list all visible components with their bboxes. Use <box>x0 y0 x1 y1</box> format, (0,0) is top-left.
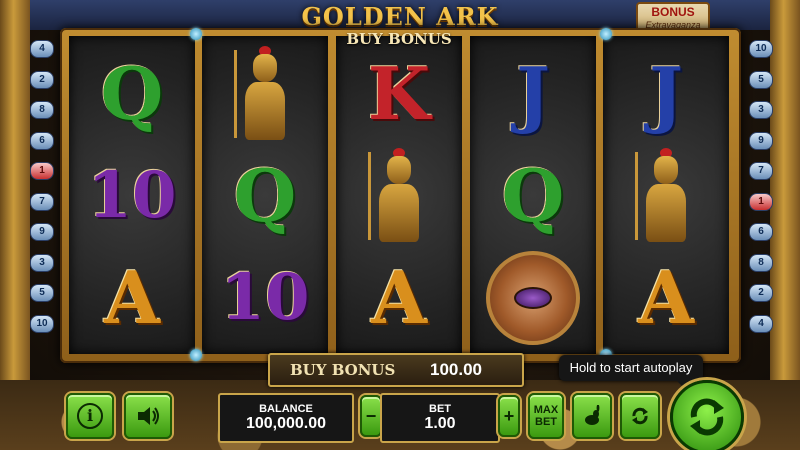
symbol-eye-of-horus <box>474 248 592 348</box>
autoplay-icon <box>632 407 648 425</box>
payline-badge[interactable]: 5 <box>30 284 54 302</box>
payline-badge[interactable]: 6 <box>749 223 773 241</box>
symbol-text: Q <box>100 51 164 136</box>
balance-value: 100,000.00 <box>245 415 327 432</box>
spin-icon <box>690 398 724 436</box>
paylines-right: 10 5 3 9 7 1 6 8 2 4 <box>749 40 773 345</box>
payline-badge[interactable]: 7 <box>30 192 54 211</box>
bet-value: 1.00 <box>424 415 456 432</box>
payline-badge[interactable]: 2 <box>749 284 773 302</box>
max-bet-line2: BET <box>535 416 557 428</box>
symbol-text: 10 <box>87 158 177 233</box>
payline-badge[interactable]: 9 <box>749 131 773 150</box>
autoplay-button[interactable] <box>620 393 660 439</box>
sound-icon <box>138 407 159 425</box>
payline-badge[interactable]: 10 <box>30 314 54 333</box>
spin-button[interactable] <box>670 380 744 450</box>
payline-badge[interactable]: 1 <box>30 162 54 180</box>
balance-label: BALANCE <box>259 403 313 415</box>
payline-badge[interactable]: 2 <box>30 70 54 89</box>
symbol-j: J <box>607 44 725 144</box>
symbol-pharaoh-queen <box>206 44 324 144</box>
payline-badge[interactable]: 7 <box>749 162 773 180</box>
gem-icon <box>190 28 202 40</box>
symbol-10: 10 <box>73 146 191 246</box>
balance-panel: BALANCE 100,000.00 <box>218 393 354 443</box>
buy-bonus-price: 100.00 <box>430 360 482 379</box>
symbol-text: 10 <box>220 260 310 335</box>
buy-bonus-label: BUY BONUS <box>290 361 396 379</box>
bet-panel: BET 1.00 <box>380 393 500 443</box>
symbol-text: J <box>648 51 684 136</box>
info-icon: i <box>77 403 103 429</box>
buy-bonus-bar[interactable]: BUY BONUS 100.00 <box>268 353 524 387</box>
symbol-a: A <box>340 248 458 348</box>
payline-badge[interactable]: 3 <box>30 253 54 272</box>
symbol-q: Q <box>206 146 324 246</box>
quick-spin-button[interactable] <box>572 393 612 439</box>
symbol-text: A <box>104 255 160 340</box>
symbol-q: Q <box>474 146 592 246</box>
rabbit-icon <box>585 405 600 425</box>
pharaoh-queen-icon <box>364 148 434 244</box>
bet-plus-button[interactable]: + <box>498 395 520 437</box>
payline-badge[interactable]: 8 <box>749 253 773 272</box>
info-button[interactable]: i <box>66 393 114 439</box>
game-scene: GOLDEN ARK BONUS Extravaganza BUY BONUS … <box>0 0 800 450</box>
symbol-text: Q <box>233 153 297 238</box>
symbol-pharaoh-queen <box>340 146 458 246</box>
payline-badge[interactable]: 9 <box>30 223 54 241</box>
payline-badge[interactable]: 4 <box>30 40 54 58</box>
gem-icon <box>600 28 612 40</box>
sound-button[interactable] <box>124 393 172 439</box>
payline-badge[interactable]: 4 <box>749 314 773 333</box>
max-bet-line1: MAX <box>533 404 559 416</box>
symbol-k: K <box>340 44 458 144</box>
symbol-a: A <box>607 248 725 348</box>
payline-badge[interactable]: 10 <box>749 40 773 58</box>
autoplay-tooltip: Hold to start autoplay <box>559 355 703 387</box>
symbol-text: Q <box>501 153 565 238</box>
symbol-text: K <box>367 51 431 136</box>
paylines-left: 4 2 8 6 1 7 9 3 5 10 <box>30 40 54 345</box>
payline-badge[interactable]: 1 <box>749 192 773 211</box>
game-logo: GOLDEN ARK <box>301 2 499 31</box>
payline-badge[interactable]: 8 <box>30 101 54 119</box>
symbol-q: Q <box>73 44 191 144</box>
gem-icon <box>190 349 202 361</box>
pharaoh-queen-icon <box>631 148 701 244</box>
symbol-a: A <box>73 248 191 348</box>
payline-badge[interactable]: 3 <box>749 101 773 119</box>
symbol-j: J <box>474 44 592 144</box>
symbol-text: A <box>638 255 694 340</box>
payline-badge[interactable]: 6 <box>30 131 54 150</box>
payline-badge[interactable]: 5 <box>749 70 773 89</box>
symbol-pharaoh-queen <box>607 146 725 246</box>
eye-of-horus-icon <box>486 251 580 345</box>
badge-line1: BONUS <box>651 5 695 19</box>
max-bet-button[interactable]: MAX BET <box>528 393 564 439</box>
symbol-text: J <box>515 51 551 136</box>
pharaoh-queen-icon <box>230 46 300 142</box>
bet-label: BET <box>429 403 451 415</box>
symbol-text: A <box>371 255 427 340</box>
bet-minus-button[interactable]: − <box>360 395 382 437</box>
symbol-10: 10 <box>206 248 324 348</box>
